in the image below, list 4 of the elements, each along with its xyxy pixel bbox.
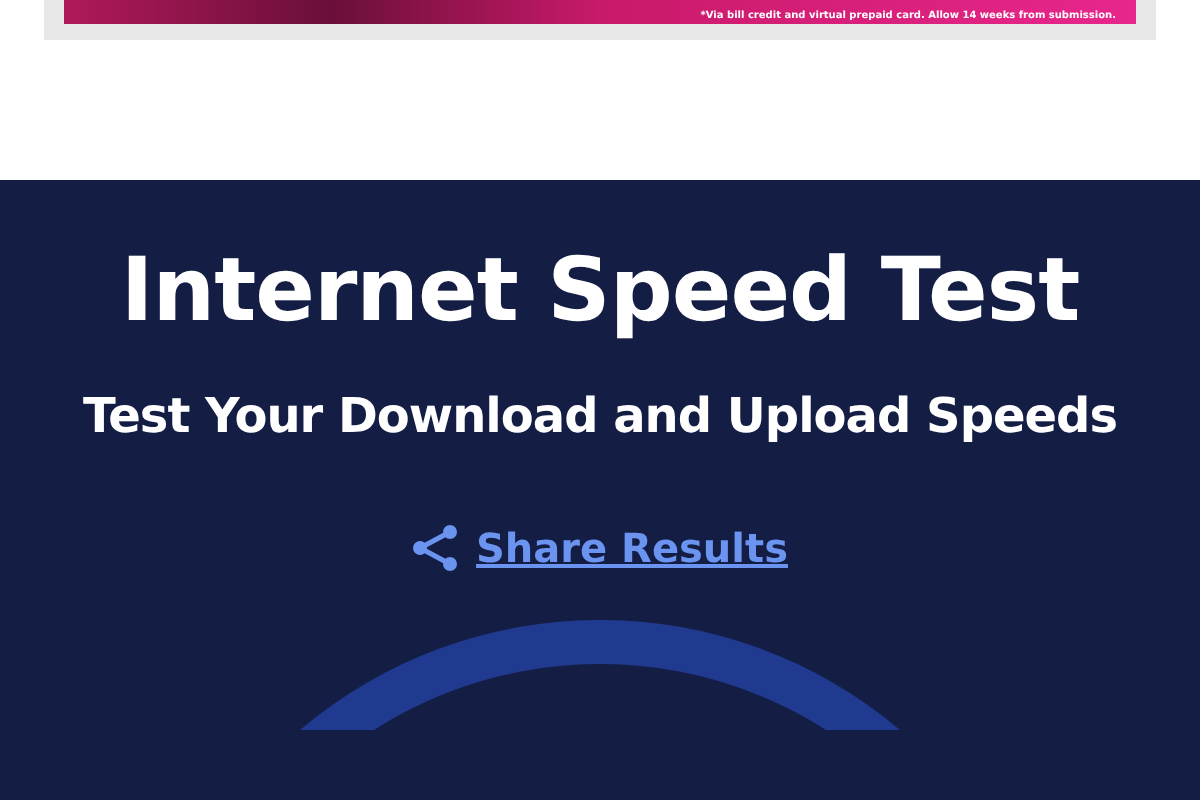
share-link[interactable]: Share Results bbox=[412, 524, 788, 572]
page-subtitle: Test Your Download and Upload Speeds bbox=[82, 386, 1118, 448]
share-icon bbox=[412, 524, 461, 572]
page-title: Internet Speed Test bbox=[120, 238, 1080, 346]
